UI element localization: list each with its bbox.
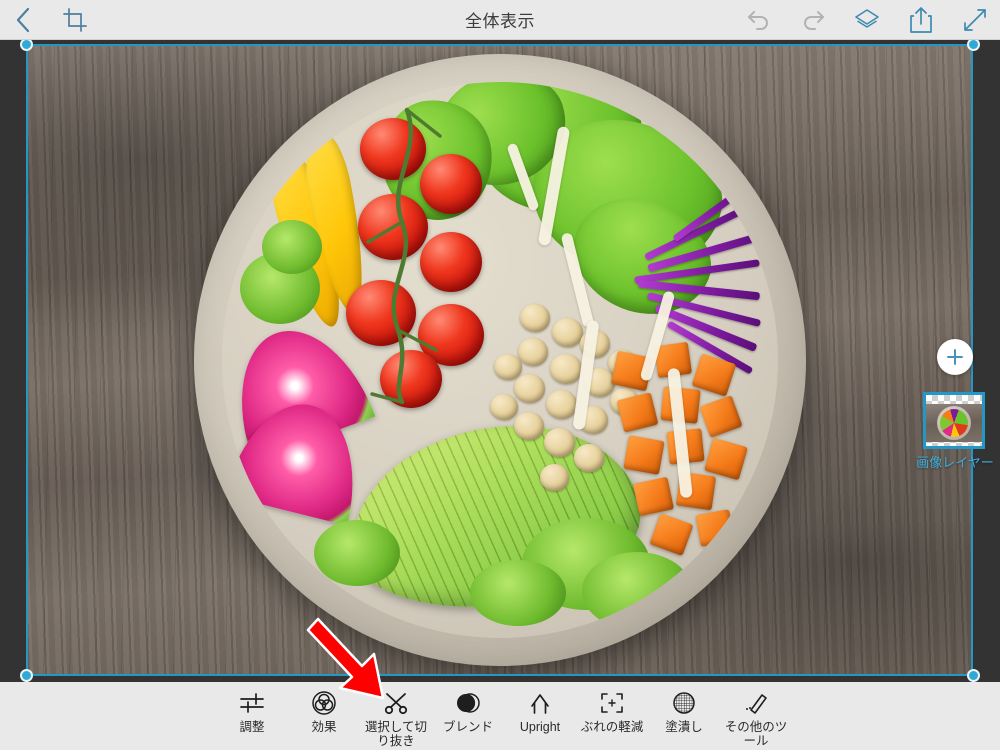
tool-upright-label: Upright <box>519 720 561 734</box>
tool-deblur[interactable]: ぶれの軽減 <box>576 690 648 734</box>
tomato-vine <box>365 107 442 405</box>
plate <box>193 54 806 666</box>
share-button[interactable] <box>906 5 936 35</box>
tool-more-tools[interactable]: その他のツール <box>720 690 792 748</box>
editor-stage: 画像レイヤー <box>0 40 1000 682</box>
top-toolbar: 全体表示 <box>0 0 1000 40</box>
arrow-up-icon <box>527 690 553 716</box>
layer-thumbnail[interactable] <box>923 392 985 449</box>
photo-editor-app: 全体表示 画像レイヤー 調整 効果 選択して切り抜き ブレンド Upright … <box>0 0 1000 750</box>
undo-button[interactable] <box>744 5 774 35</box>
selection-handle-bottom-left[interactable] <box>20 669 33 682</box>
tool-adjust[interactable]: 調整 <box>216 690 288 734</box>
sliders-icon <box>239 690 265 716</box>
tool-select-and-cut-label: 選択して切り抜き <box>364 720 428 748</box>
tool-more-tools-label: その他のツール <box>724 720 788 748</box>
image-selection-frame[interactable] <box>26 44 973 676</box>
tool-fill[interactable]: 塗潰し <box>648 690 720 734</box>
sphere-grid-icon <box>671 690 697 716</box>
plus-icon <box>947 349 963 365</box>
layer-thumbnail-image <box>926 404 982 442</box>
scissors-icon <box>383 690 409 716</box>
share-icon <box>910 7 932 33</box>
tool-adjust-label: 調整 <box>239 720 265 734</box>
chevron-left-icon <box>16 7 30 32</box>
selection-handle-top-right[interactable] <box>967 40 980 51</box>
layer-name-label: 画像レイヤー <box>916 455 994 470</box>
tool-blend-label: ブレンド <box>442 720 493 734</box>
plate-inner <box>221 82 778 638</box>
tool-effects[interactable]: 効果 <box>288 690 360 734</box>
tool-select-and-cut[interactable]: 選択して切り抜き <box>360 690 432 748</box>
layers-icon <box>855 9 879 28</box>
crop-icon <box>63 7 87 32</box>
layers-button[interactable] <box>852 5 882 35</box>
fullscreen-button[interactable] <box>960 5 990 35</box>
tool-upright[interactable]: Upright <box>504 690 576 734</box>
pencil-icon <box>743 690 769 716</box>
redo-icon <box>804 11 824 30</box>
salad-photo <box>28 46 971 674</box>
tool-deblur-label: ぶれの軽減 <box>580 720 644 734</box>
add-layer-button[interactable] <box>937 339 973 375</box>
selection-handle-bottom-right[interactable] <box>967 669 980 682</box>
venn-circles-icon <box>311 690 337 716</box>
blend-circle-icon <box>455 690 481 716</box>
bottom-toolbar: 調整 効果 選択して切り抜き ブレンド Upright ぶれの軽減 塗潰し その… <box>0 682 1000 750</box>
expand-icon <box>964 9 986 31</box>
redo-button[interactable] <box>798 5 828 35</box>
tool-blend[interactable]: ブレンド <box>432 690 504 734</box>
undo-icon <box>748 11 768 30</box>
back-button[interactable] <box>8 5 38 35</box>
corner-brackets-icon <box>599 690 625 716</box>
tool-effects-label: 効果 <box>311 720 337 734</box>
crop-button[interactable] <box>60 5 90 35</box>
tool-fill-label: 塗潰し <box>665 720 703 734</box>
